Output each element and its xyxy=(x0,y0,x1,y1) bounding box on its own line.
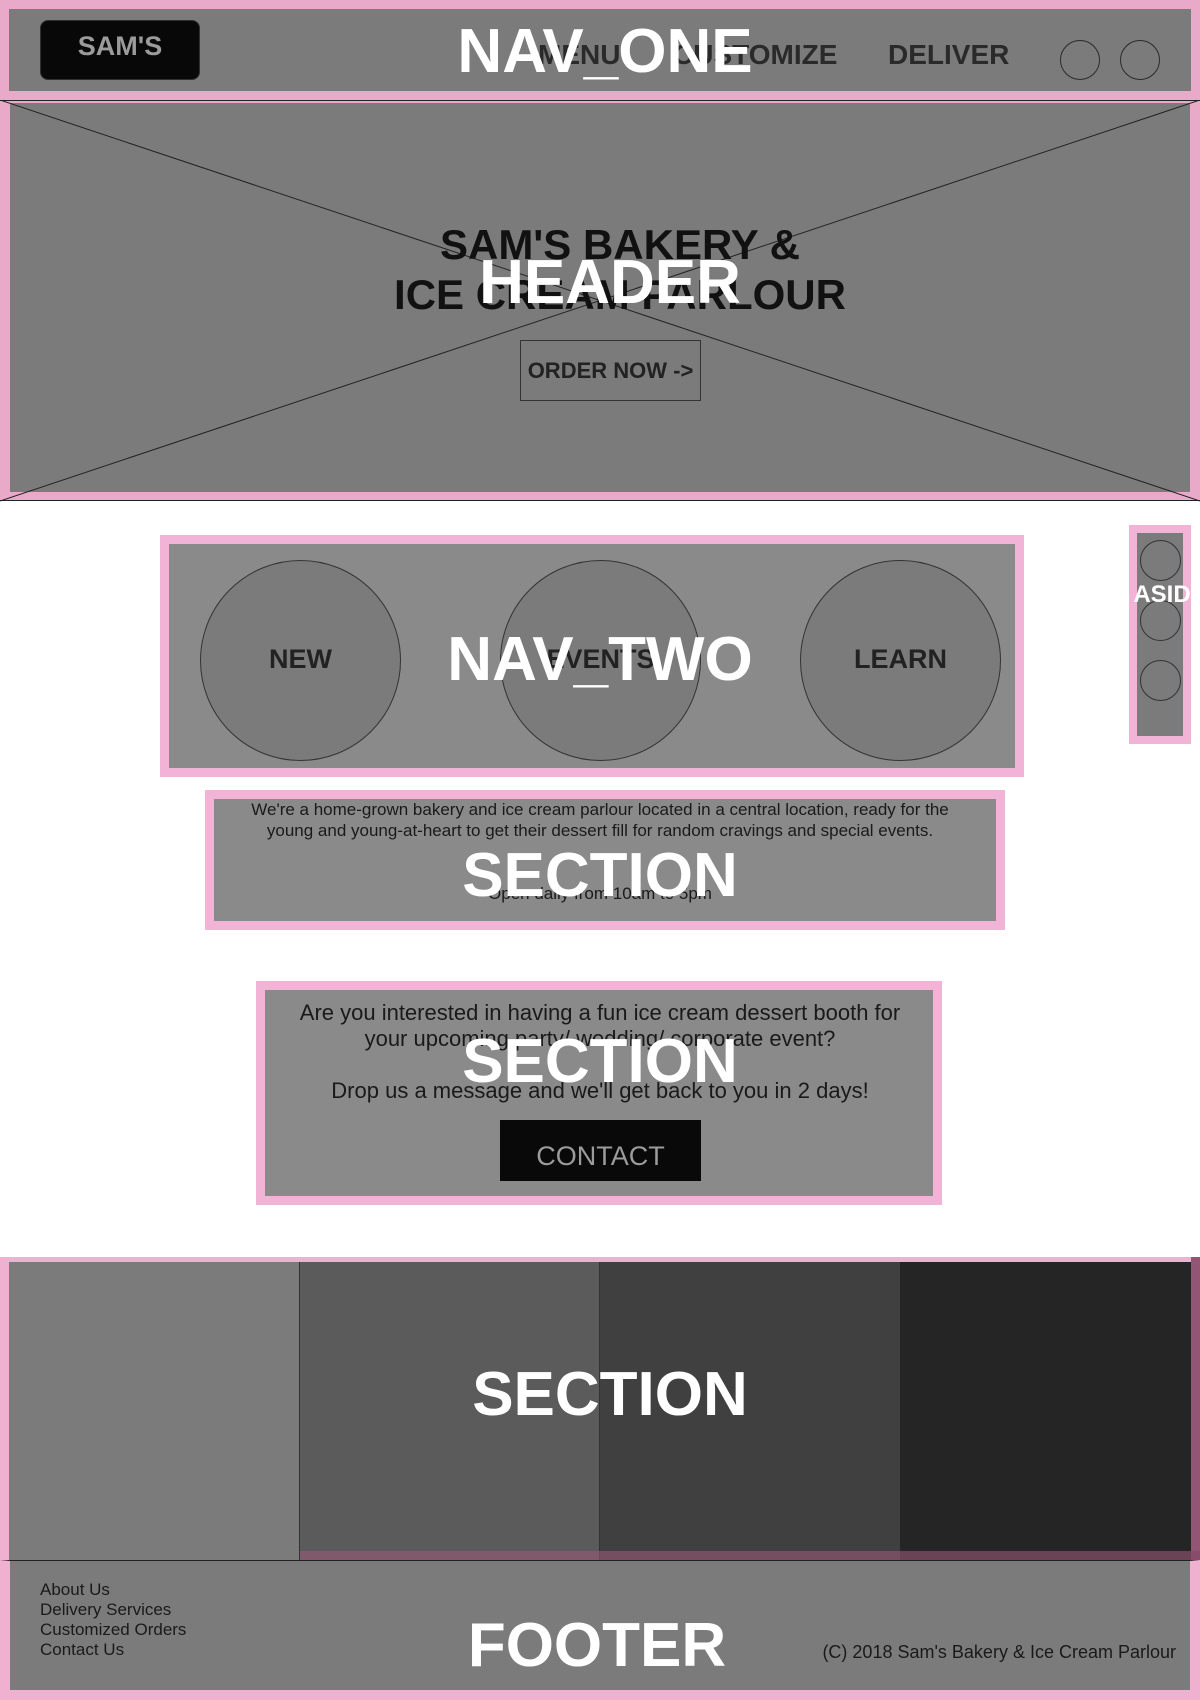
logo-button[interactable]: SAM'S xyxy=(40,20,200,80)
nav-two-item-events[interactable]: EVENTS xyxy=(500,560,701,761)
nav-link-menu[interactable]: MENU xyxy=(538,39,620,71)
gallery-column xyxy=(9,1262,300,1560)
nav-two-item-learn[interactable]: LEARN xyxy=(800,560,1001,761)
nav-link-deliver[interactable]: DELIVER xyxy=(888,39,1009,71)
title-line-1: SAM'S BAKERY & xyxy=(439,221,801,268)
order-now-button[interactable]: ORDER NOW -> xyxy=(520,340,701,401)
page-title: SAM'S BAKERY & ICE CREAM PARLOUR xyxy=(300,220,940,320)
events-prompt: Drop us a message and we'll get back to … xyxy=(331,1078,869,1103)
nav-two-item-new[interactable]: NEW xyxy=(200,560,401,761)
nav-circle-icon[interactable] xyxy=(1060,40,1100,80)
about-description: We're a home-grown bakery and ice cream … xyxy=(251,800,949,840)
aside-circle-icon[interactable] xyxy=(1140,660,1181,701)
footer-link-delivery[interactable]: Delivery Services xyxy=(40,1600,171,1620)
events-question: Are you interested in having a fun ice c… xyxy=(299,1000,901,1051)
copyright-text: (C) 2018 Sam's Bakery & Ice Cream Parlou… xyxy=(822,1642,1176,1662)
opening-hours: Open daily from 10am to 5pm xyxy=(488,884,712,903)
gallery-column xyxy=(600,1262,900,1560)
aside-circle-icon[interactable] xyxy=(1140,600,1181,641)
aside-circle-icon[interactable] xyxy=(1140,540,1181,581)
nav-circle-icon[interactable] xyxy=(1120,40,1160,80)
footer-link-contact[interactable]: Contact Us xyxy=(40,1640,124,1660)
gallery-column xyxy=(300,1262,600,1560)
footer-link-customized[interactable]: Customized Orders xyxy=(40,1620,186,1640)
gallery-border-shade xyxy=(1191,1257,1200,1560)
gallery-column xyxy=(900,1262,1191,1560)
contact-button[interactable]: CONTACT xyxy=(500,1120,701,1181)
gallery-border-shade xyxy=(300,1551,1200,1560)
title-line-2: ICE CREAM PARLOUR xyxy=(394,271,846,318)
footer-link-about[interactable]: About Us xyxy=(40,1580,110,1600)
nav-link-customize[interactable]: CUSTOMIZE xyxy=(673,39,837,71)
